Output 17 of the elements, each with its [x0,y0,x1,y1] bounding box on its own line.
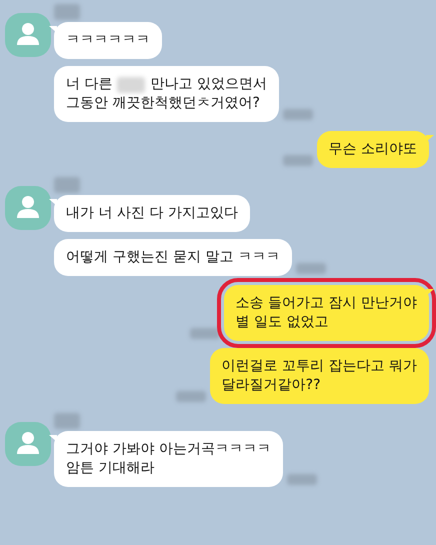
message-text: 어떻게 구했는진 묻지 말고 ㅋㅋㅋ [66,248,280,267]
message-text: 내가 너 사진 다 가지고있다 [66,204,238,223]
message-text: 암튼 기대해라 [66,459,154,478]
message-text: 그동안 깨끗한척했던ㅊ거였어? [66,94,260,113]
message-text: 그거야 가봐야 아는거곡ㅋㅋㅋㅋ [66,440,271,459]
message-text: 만나고 있었으면서 [150,75,267,94]
message-text: 너 다른 [66,75,112,94]
avatar-icon[interactable] [5,422,51,466]
avatar-icon[interactable] [5,13,51,57]
message-text: 무슨 소리야또 [328,140,417,159]
message-text: ㅋㅋㅋㅋㅋㅋ [66,31,150,50]
blurred-word [117,76,146,92]
avatar-icon[interactable] [5,186,51,230]
message-text: 소송 들어가고 잠시 만난거야 [236,294,417,313]
message-text: 별 일도 없었고 [236,313,329,332]
message-text: 이런걸로 꼬투리 잡는다고 뭐가 [222,357,417,376]
message-text: 달라질거같아?? [222,376,321,395]
